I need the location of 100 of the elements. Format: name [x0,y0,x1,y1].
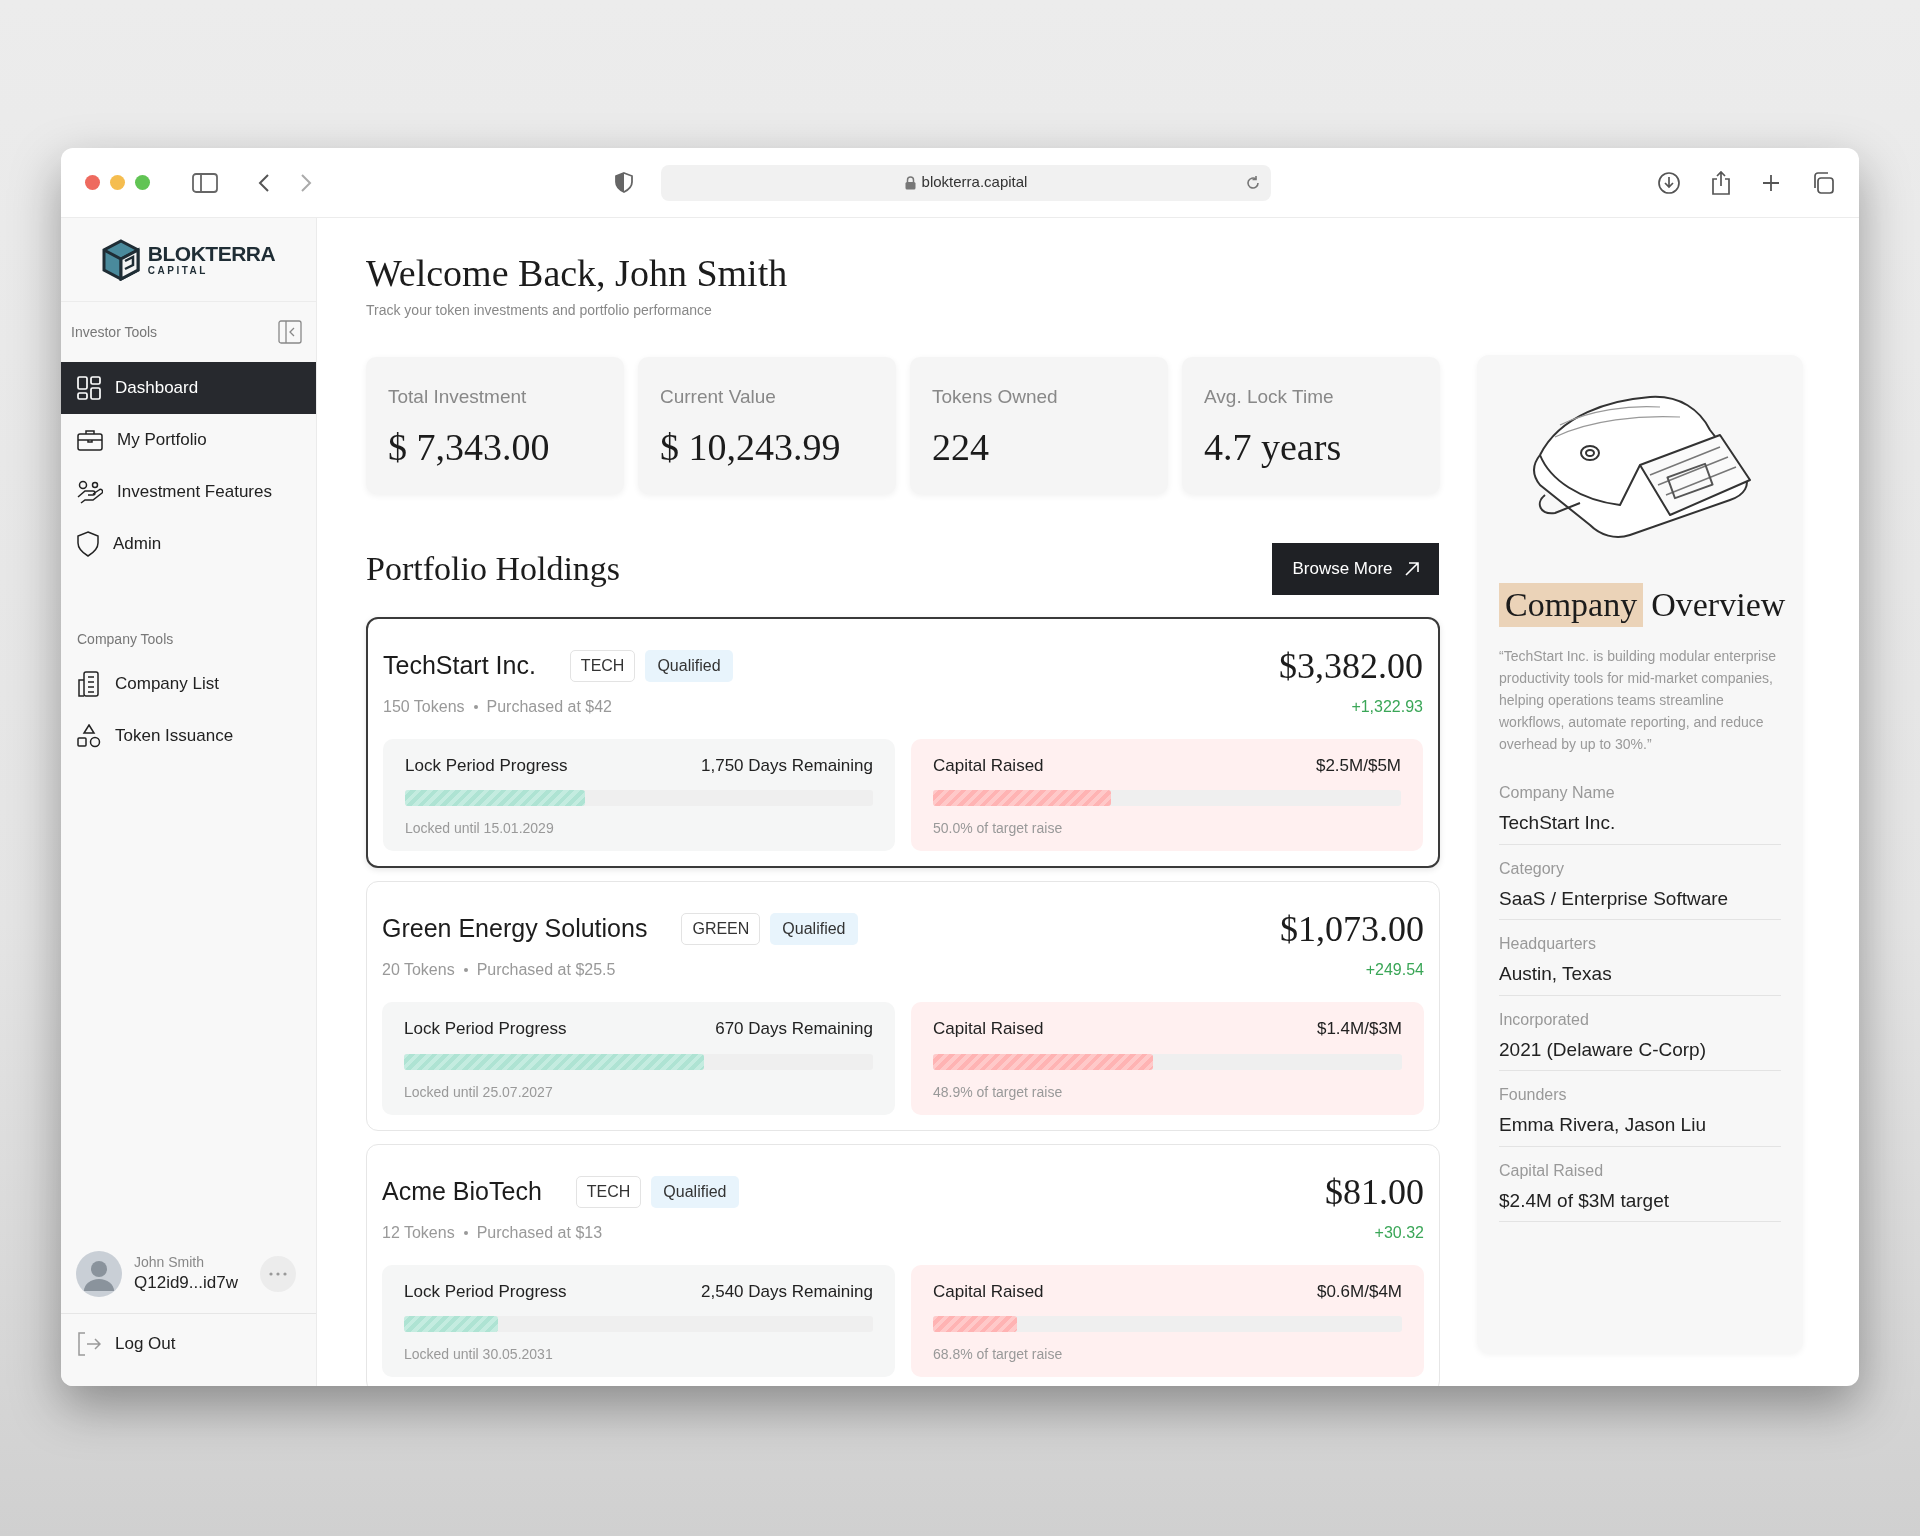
holding-value: $1,073.00 [1280,908,1424,951]
collapse-sidebar-icon[interactable] [278,320,302,344]
close-window-icon[interactable] [85,175,100,190]
company-name: Green Energy Solutions [382,913,648,945]
progress-label: Capital Raised [933,1280,1044,1303]
cube-logo-icon [101,238,140,281]
brand-subtitle: CAPITAL [147,266,209,276]
progress-value: 2,540 Days Remaining [701,1280,873,1303]
section-title: Investor Tools [71,322,158,342]
briefcase-icon [77,429,103,451]
progress-label: Capital Raised [933,1018,1044,1040]
avatar-icon [76,1250,122,1297]
share-icon[interactable] [1711,169,1731,196]
progress-value: 670 Days Remaining [715,1018,873,1040]
progress-value: $1.4M/$3M [1316,1018,1402,1040]
heading-text: Overview [1651,585,1786,625]
value-change: +30.32 [1374,1222,1424,1243]
user-name: John Smith [134,1254,206,1272]
logout-button[interactable]: Log Out [61,1314,316,1374]
stat-label: Current Value [660,384,777,409]
progress-note: 68.8% of target raise [933,1345,1064,1364]
nav-item[interactable]: Dashboard [61,362,316,414]
progress-label: Lock Period Progress [404,1018,567,1040]
heading-highlight: Company [1499,583,1644,627]
progress-value: $0.6M/$4M [1316,1280,1402,1303]
holding-card[interactable]: Acme BioTech TECH Qualified $81.00 12 Tokens Purchased at $13 +30.32 Lock Period Progress 2,540 Days Remaining Locked until 30.05.2031 Capital Raised $0.6M/$4M 68.8% of target raise [366,1143,1440,1386]
nav-item[interactable]: Token Issuance [61,710,316,762]
nav-item[interactable]: Admin [61,518,316,570]
field-value: $2.4M of $3M target [1499,1188,1671,1213]
field-value: SaaS / Enterprise Software [1499,886,1730,911]
progress-note: Locked until 25.07.2027 [404,1082,554,1102]
page-title: Welcome Back, John Smith [366,251,789,296]
progress-label: Capital Raised [933,754,1044,777]
field-value: Emma Rivera, Jason Liu [1499,1113,1707,1137]
brand-name: BLOKTERRA [147,243,276,264]
field-label: Category [1499,858,1565,879]
address-bar[interactable]: blokterra.capital [661,164,1271,201]
holding-card[interactable]: Green Energy Solutions GREEN Qualified $1,073.00 20 Tokens Purchased at $25.5 +249.54 Lock Period Progress 670 Days Remaining Locked until 25.07.2027 Capital Raised $1.4M/$3M 48.9% of target raise [366,881,1440,1131]
new-tab-icon[interactable] [1761,172,1781,193]
purchase-price: Purchased at $25.5 [476,960,616,980]
lock-icon [904,175,916,190]
shield-icon [77,531,99,557]
back-icon[interactable] [258,172,270,193]
stat-value: 4.7 years [1204,425,1343,470]
holding-value: $3,382.00 [1279,644,1423,688]
status-badge: Qualified [651,1175,739,1208]
logout-icon [77,1332,101,1356]
field-label: Headquarters [1499,934,1597,954]
holding-card[interactable]: TechStart Inc. TECH Qualified $3,382.00 150 Tokens Purchased at $42 +1,322.93 Lock Period Progress 1,750 Days Remaining Locked until 15.01.2029 Capital Raised $2.5M/$5M 50.0% of target raise [366,616,1440,868]
purchase-price: Purchased at $13 [476,1222,603,1243]
browse-more-button[interactable]: Browse More [1272,542,1439,595]
status-badge: Qualified [770,913,858,945]
field-value: 2021 (Delaware C-Corp) [1499,1037,1707,1062]
stat-label: Total Investment [388,384,528,409]
nav-item[interactable]: My Portfolio [61,414,316,466]
company-name: Acme BioTech [382,1175,542,1207]
progress-value: $2.5M/$5M [1315,754,1401,777]
field-value: Austin, Texas [1499,962,1613,986]
section-heading: Portfolio Holdings [366,549,621,589]
section-title: Company Tools [77,630,174,649]
hand-coin-icon [77,480,103,504]
url-text: blokterra.capital [921,172,1028,193]
token-count: 12 Tokens [382,1222,455,1243]
value-change: +1,322.93 [1351,696,1423,717]
progress-label: Lock Period Progress [404,1280,567,1303]
page-subtitle: Track your token investments and portfolio performance [366,300,713,320]
stat-value: $ 7,343.00 [388,425,551,470]
field-label: Company Name [1499,783,1616,803]
download-icon[interactable] [1657,170,1681,195]
company-name: TechStart Inc. [383,649,536,681]
progress-label: Lock Period Progress [405,754,568,777]
reload-icon[interactable] [1245,174,1261,191]
stat-value: $ 10,243.99 [660,425,842,470]
tabs-overview-icon[interactable] [1811,170,1835,195]
progress-note: Locked until 15.01.2029 [405,819,555,838]
value-change: +249.54 [1365,960,1424,980]
field-label: Founders [1499,1085,1568,1105]
building-icon [77,671,101,697]
progress-note: Locked until 30.05.2031 [404,1345,554,1364]
sidebar-toggle-icon[interactable] [192,172,218,193]
field-value: TechStart Inc. [1499,811,1617,835]
nav-item[interactable]: Company List [61,658,316,710]
stat-label: Tokens Owned [932,384,1059,409]
nav-item[interactable]: Investment Features [61,466,316,518]
category-tag: GREEN [681,913,761,945]
progress-note: 48.9% of target raise [933,1082,1064,1102]
shield-icon[interactable] [615,172,633,193]
status-badge: Qualified [645,649,733,682]
shapes-icon [77,724,101,748]
token-count: 20 Tokens [382,960,455,980]
wallet-address: Q12id9...id7w [134,1271,238,1293]
progress-value: 1,750 Days Remaining [701,754,873,777]
grid-icon [77,376,101,400]
progress-note: 50.0% of target raise [933,819,1064,838]
holding-value: $81.00 [1325,1170,1424,1214]
stat-label: Avg. Lock Time [1204,384,1335,409]
field-label: Incorporated [1499,1009,1590,1030]
category-tag: TECH [569,649,636,682]
token-count: 150 Tokens [383,696,465,717]
stat-value: 224 [932,425,990,470]
